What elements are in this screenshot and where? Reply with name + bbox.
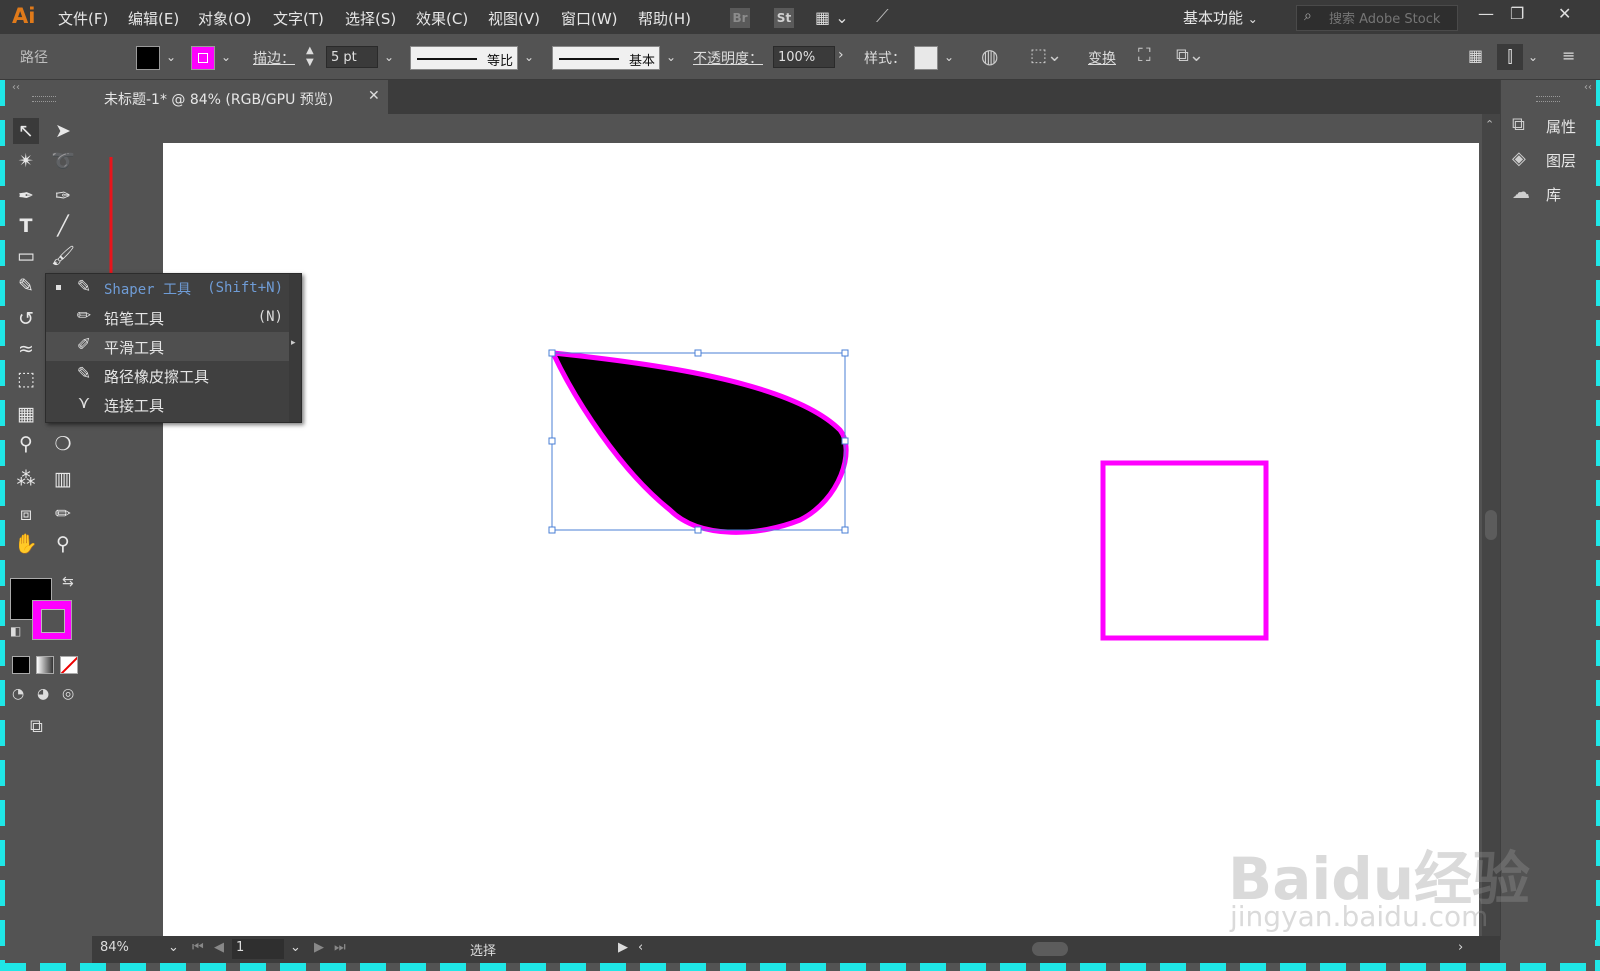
flyout-shortcut: (Shift+N) [207, 280, 283, 296]
artboard-dropdown-icon[interactable]: ⌄ [290, 940, 301, 955]
panel-dock [1500, 80, 1596, 940]
next-artboard-icon[interactable]: ▶ [314, 940, 324, 955]
zoom-dropdown-icon[interactable]: ⌄ [168, 940, 179, 955]
flyout-label: 连接工具 [104, 397, 165, 415]
current-tool-status: 选择 [470, 944, 497, 959]
first-artboard-icon[interactable]: ⏮ [192, 940, 204, 955]
artboard-number: 1 [236, 940, 245, 955]
prev-artboard-icon[interactable]: ◀ [214, 940, 224, 955]
flyout-item-pencil[interactable]: ✏ 铅笔工具 (N) [46, 303, 289, 332]
artboard-number-field[interactable]: 1 [232, 939, 284, 959]
leaf-shape[interactable] [548, 350, 849, 535]
flyout-item-join[interactable]: ⋎ 连接工具 [46, 390, 289, 419]
flyout-label: 平滑工具 [104, 339, 165, 357]
artwork-layer [102, 157, 1269, 641]
horizontal-scroll-thumb[interactable] [1032, 942, 1068, 956]
scroll-left-icon[interactable]: ‹ [638, 940, 643, 955]
flyout-label: 铅笔工具 [104, 310, 165, 328]
panel-label: 属性 [1546, 118, 1577, 136]
last-artboard-icon[interactable]: ⏭ [334, 940, 346, 955]
scroll-up-icon[interactable]: ⌃ [1485, 118, 1494, 131]
smooth-icon: ✐ [76, 335, 92, 355]
flyout-label: Shaper 工具 [104, 282, 192, 298]
layers-icon: ◈ [1512, 148, 1526, 169]
properties-icon: ⧉ [1512, 114, 1525, 135]
flyout-tearoff-bar[interactable]: ▸ [289, 274, 301, 422]
flyout-shortcut: (N) [257, 309, 283, 325]
flyout-item-smooth[interactable]: ✐ 平滑工具 [46, 332, 289, 361]
vertical-scrollbar[interactable]: ⌃ [1482, 114, 1500, 936]
flyout-item-shaper[interactable]: ✎ Shaper 工具 (Shift+N) [46, 274, 289, 303]
libraries-icon: ☁ [1512, 182, 1530, 203]
dock-grip[interactable] [1536, 96, 1560, 102]
pencil-icon: ✏ [76, 306, 92, 326]
active-tool-dot [56, 285, 61, 290]
tearoff-arrow-icon: ▸ [291, 338, 296, 348]
scroll-thumb[interactable] [1485, 510, 1497, 540]
status-menu-icon[interactable]: ▶ [618, 940, 628, 955]
panel-label: 图层 [1546, 152, 1577, 170]
pencil-tools-flyout: ✎ Shaper 工具 (Shift+N) ✏ 铅笔工具 (N) ✐ 平滑工具 … [45, 273, 302, 423]
flyout-item-path-eraser[interactable]: ✎ 路径橡皮擦工具 [46, 361, 289, 390]
shaper-icon: ✎ [76, 277, 92, 297]
panel-label: 库 [1546, 186, 1562, 204]
magenta-rectangle[interactable] [1100, 460, 1269, 641]
frame-bottom-border [0, 963, 1600, 971]
watermark-url: jingyan.baidu.com [1230, 900, 1489, 933]
status-bar: 84% ⌄ ⏮ ◀ 1 ⌄ ▶ ⏭ 选择 ▶ ‹ › [92, 936, 1500, 963]
join-icon: ⋎ [77, 393, 91, 413]
flyout-label: 路径橡皮擦工具 [104, 368, 210, 386]
path-eraser-icon: ✎ [76, 364, 92, 384]
zoom-level[interactable]: 84% [100, 940, 129, 955]
scroll-right-icon[interactable]: › [1458, 940, 1463, 955]
collapse-dock-icon[interactable]: ‹‹ [1584, 82, 1592, 93]
